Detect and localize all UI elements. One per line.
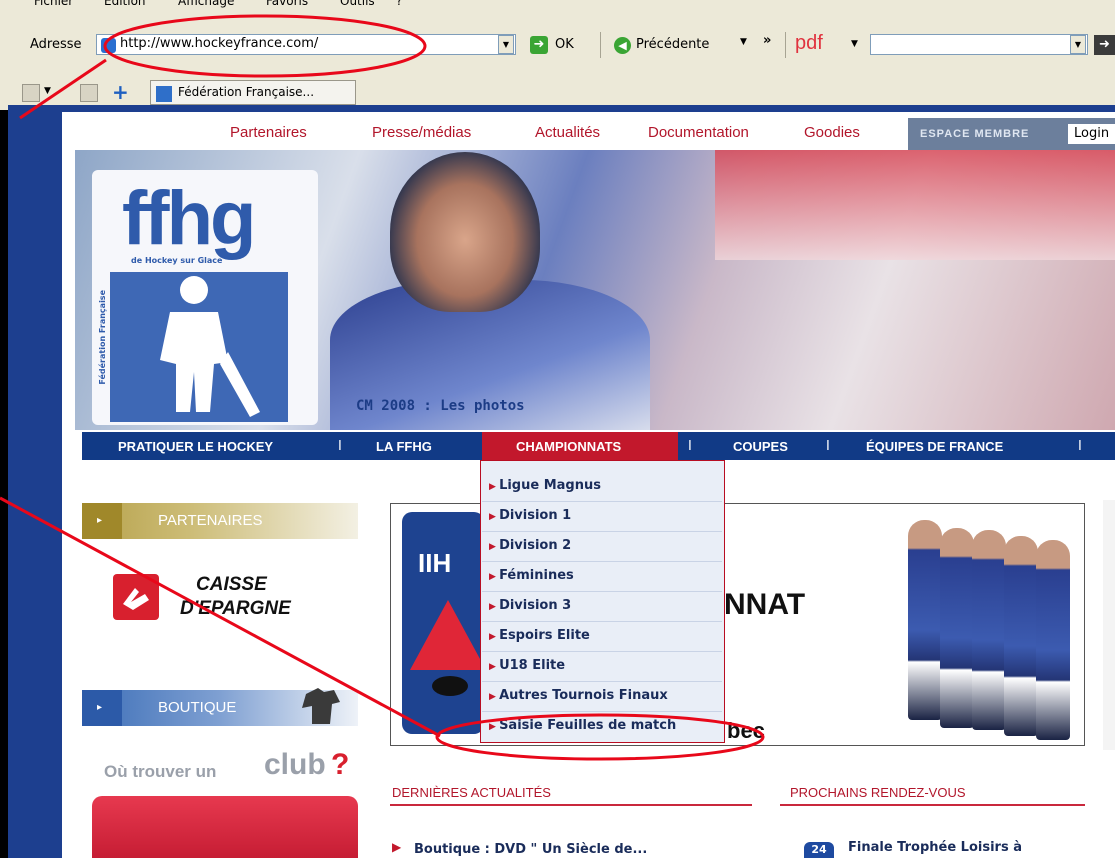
annotation-overlay xyxy=(0,14,765,761)
